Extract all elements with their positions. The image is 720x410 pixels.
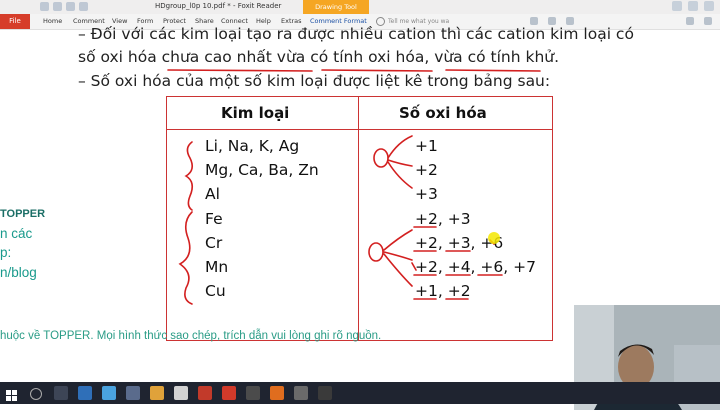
print-icon[interactable] (66, 2, 75, 11)
next-icon[interactable] (566, 17, 574, 25)
window-controls (672, 1, 714, 11)
folder-icon[interactable] (150, 386, 164, 400)
prev-icon[interactable] (548, 17, 556, 25)
task-view-icon[interactable] (54, 386, 68, 400)
search-placeholder: Tell me what you wa (388, 18, 450, 25)
search-icon[interactable] (530, 17, 538, 25)
underline-stroke (167, 69, 313, 72)
arrow-stroke (387, 159, 413, 167)
arrow-stroke (383, 229, 413, 251)
folder-icon[interactable] (78, 386, 92, 400)
help-icon[interactable] (686, 17, 694, 25)
highlight-marker (488, 232, 500, 244)
start-icon[interactable] (6, 387, 18, 401)
title-bar: HDgroup_l0p 10.pdf * - Foxit Reader Draw… (0, 0, 720, 14)
undo-icon[interactable] (79, 2, 88, 11)
quick-access-toolbar[interactable] (40, 2, 92, 12)
store-icon[interactable] (126, 386, 140, 400)
file-menu-button[interactable]: File (0, 14, 30, 29)
maximize-icon[interactable] (688, 1, 698, 11)
settings-icon[interactable] (294, 386, 308, 400)
search-icon[interactable] (30, 388, 42, 400)
windows-taskbar (0, 382, 720, 404)
foxit-icon[interactable] (198, 386, 212, 400)
brace-stroke (178, 211, 193, 305)
arrow-stroke (387, 135, 413, 159)
document-page[interactable]: – Đối với các kim loại tạo ra được nhiều… (0, 25, 720, 410)
app-icon[interactable] (222, 386, 236, 400)
chrome-icon[interactable] (174, 386, 188, 400)
minimize-icon[interactable] (672, 1, 682, 11)
tab-home[interactable]: Home (43, 14, 62, 29)
underline-stroke (321, 69, 433, 72)
underline-stroke (445, 69, 541, 72)
drawing-tool-tab[interactable]: Drawing Tool (303, 0, 369, 14)
open-icon[interactable] (40, 2, 49, 11)
window-title: HDgroup_l0p 10.pdf * - Foxit Reader (155, 2, 282, 10)
ribbon-toggle-icon[interactable] (704, 17, 712, 25)
close-icon[interactable] (704, 1, 714, 11)
tick-stroke (411, 239, 495, 271)
app-icon[interactable] (246, 386, 260, 400)
save-icon[interactable] (53, 2, 62, 11)
brace-stroke (184, 141, 194, 211)
circle-mark (373, 148, 389, 168)
circle-mark (368, 242, 384, 262)
app-icon[interactable] (270, 386, 284, 400)
edge-icon[interactable] (102, 386, 116, 400)
camera-icon[interactable] (318, 386, 332, 400)
